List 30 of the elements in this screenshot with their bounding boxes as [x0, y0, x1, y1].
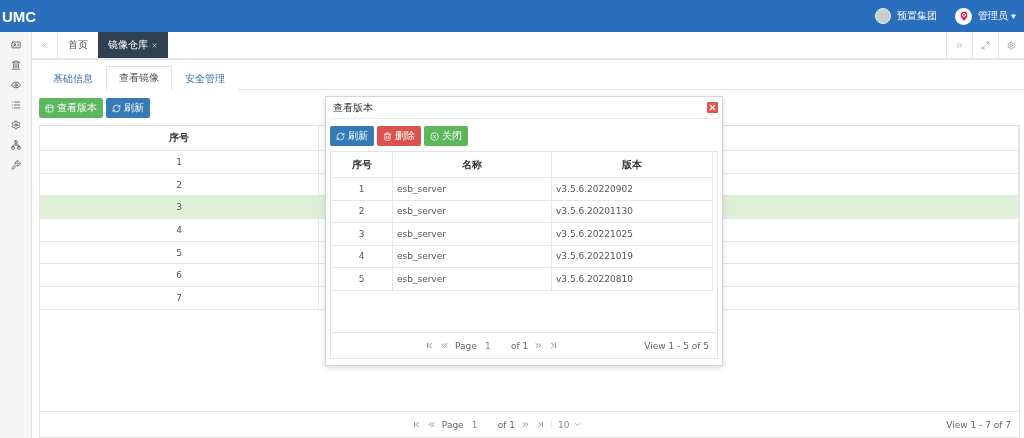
table-cell: 1: [331, 178, 393, 200]
table-cell: 5: [331, 268, 393, 290]
table-cell: esb_server: [393, 268, 552, 290]
page-count: of 1: [510, 340, 529, 351]
table-cell: 3: [331, 223, 393, 245]
table-cell: 1: [40, 151, 319, 173]
table-cell: v3.5.6.20201130: [552, 200, 713, 222]
record-count: View 1 - 5 of 5: [644, 340, 709, 351]
table-cell: 2: [40, 173, 319, 196]
page-count: of 1: [497, 419, 515, 430]
table-cell: 2: [331, 200, 393, 222]
table-cell: v3.5.6.20221025: [552, 223, 713, 245]
logo: UMC: [2, 7, 38, 25]
table-cell: esb_server: [393, 245, 552, 267]
table-cell: 5: [40, 241, 319, 264]
table-cell: v3.5.6.20221019: [552, 245, 713, 267]
table-cell: v3.5.6.20220902: [552, 178, 713, 200]
table-cell: 3: [40, 196, 319, 219]
table-cell: 6: [40, 264, 319, 287]
table-cell: v3.5.6.20220810: [552, 268, 713, 290]
page-label: Page: [455, 340, 477, 351]
record-count: View 1 - 7 of 7: [946, 419, 1011, 430]
table-cell: esb_server: [393, 223, 552, 245]
dialog-title: 查看版本: [332, 100, 373, 115]
table-cell: 7: [40, 287, 319, 309]
table-cell: 4: [331, 245, 393, 267]
table-cell: esb_server: [393, 200, 552, 222]
page-label: Page: [441, 419, 464, 430]
table-cell: esb_server: [393, 178, 552, 200]
table-cell: 4: [40, 219, 319, 241]
